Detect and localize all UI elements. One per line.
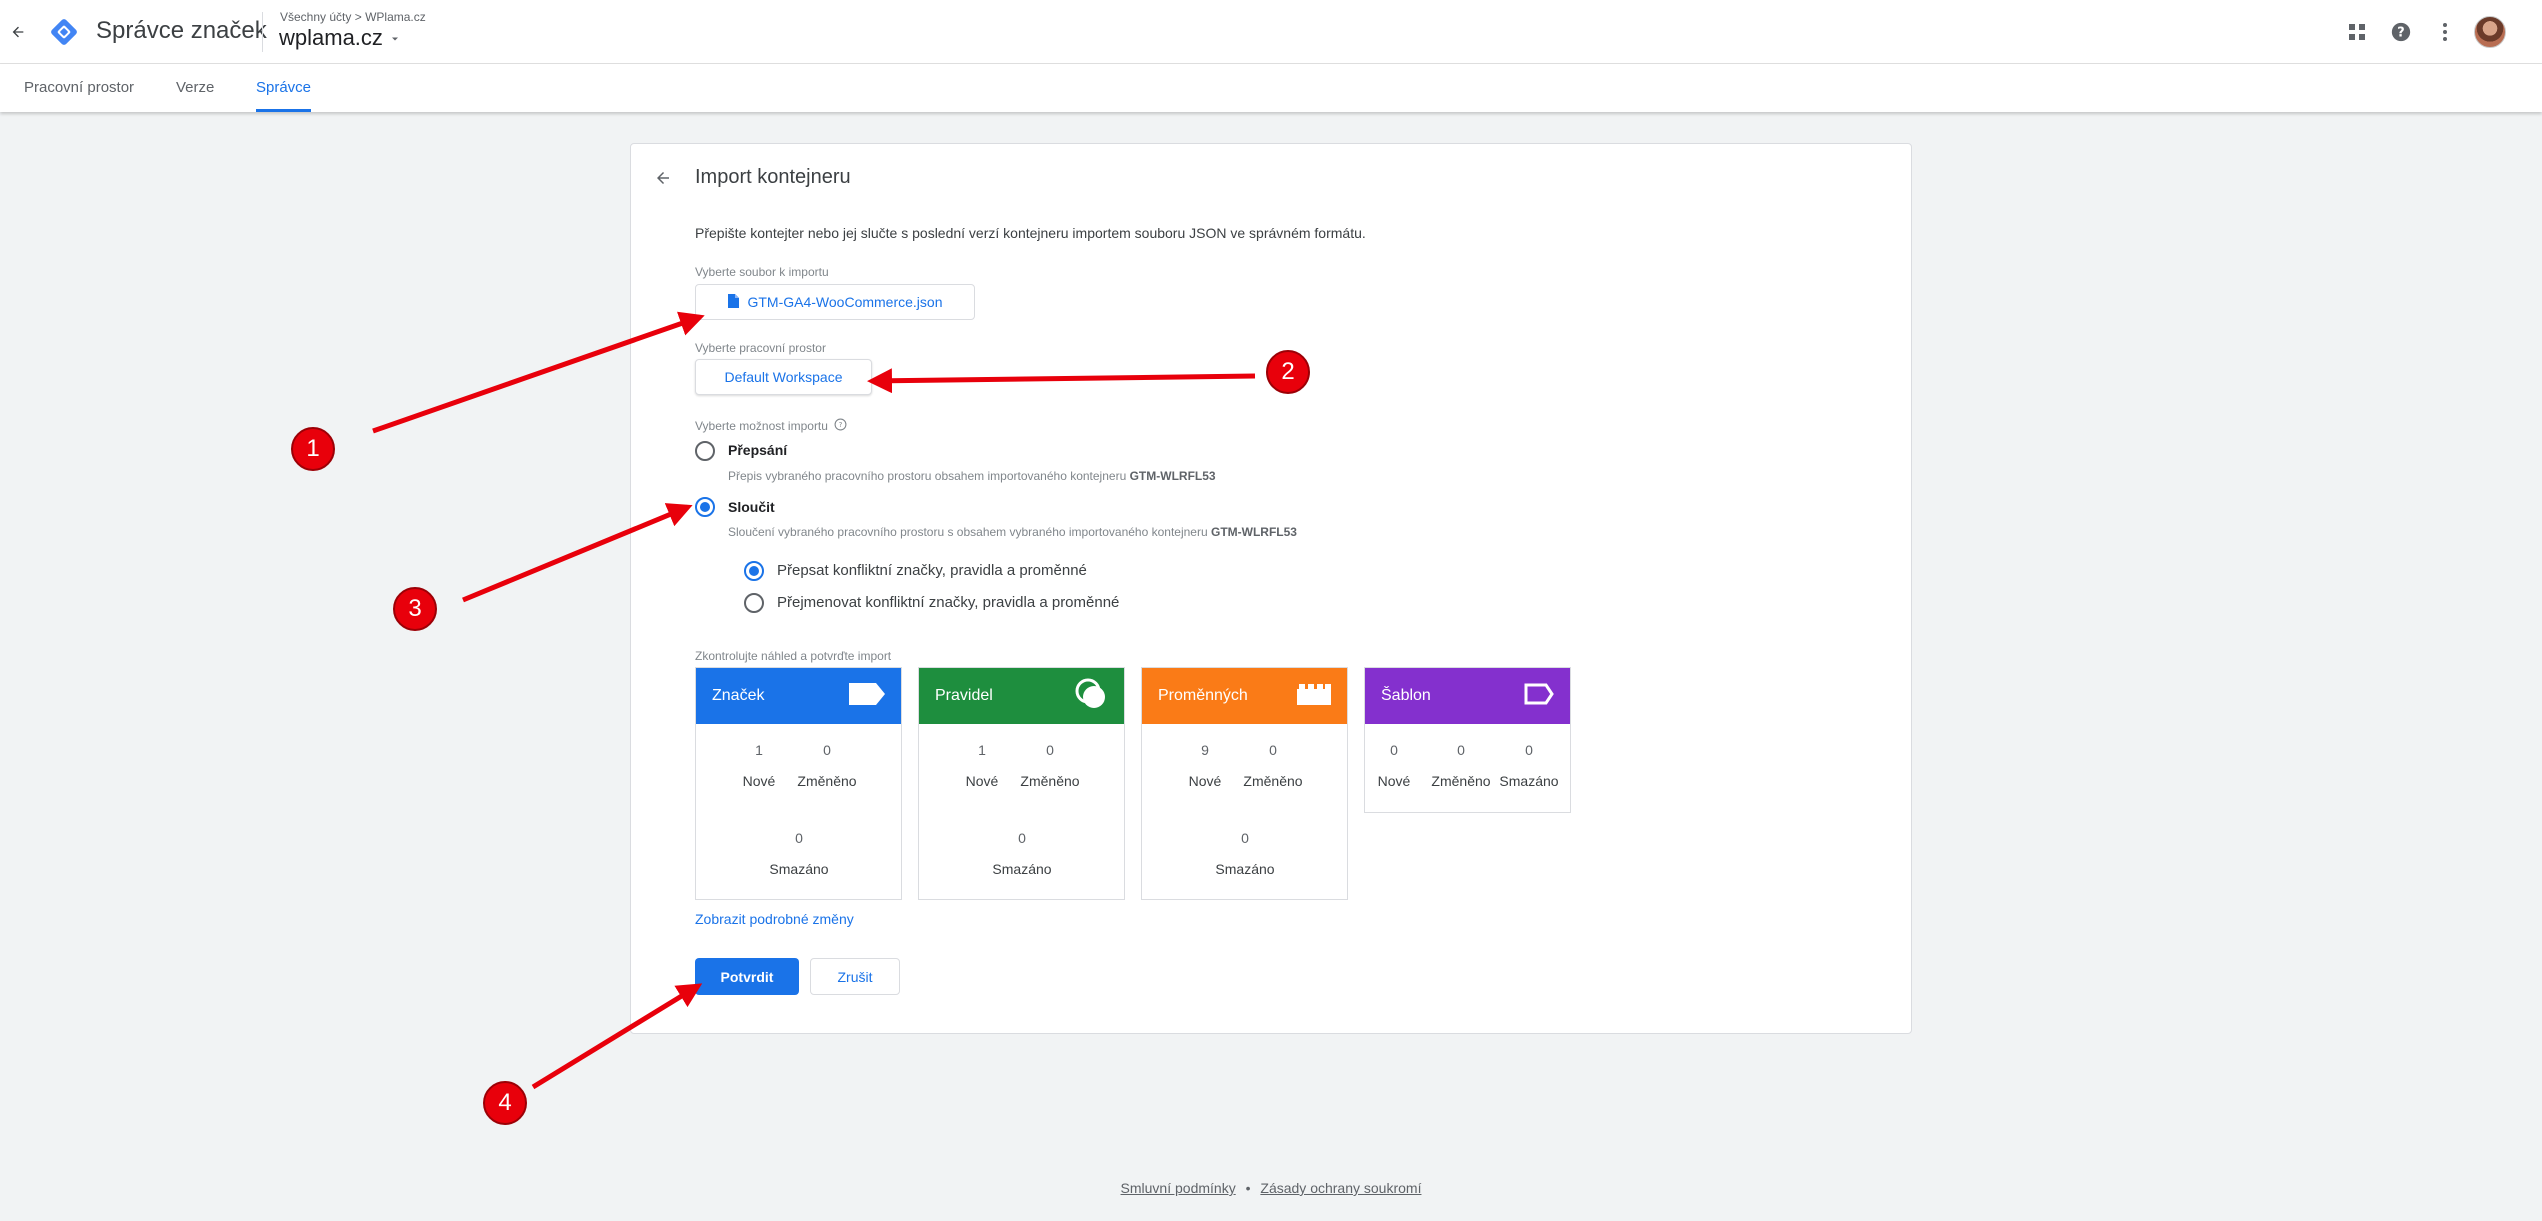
- template-icon: [1524, 683, 1554, 710]
- merge-option-rename: Přejmenovat konfliktní značky, pravidla …: [777, 594, 1120, 611]
- summary-header-templates: Šablon: [1365, 668, 1570, 724]
- count-changed: 0: [823, 742, 831, 758]
- header-divider: [262, 12, 263, 52]
- summary-card-variables: Proměnných 9 0 Nové Změněno 0 Smazáno: [1141, 667, 1348, 900]
- summary-title-tags: Značek: [712, 687, 765, 704]
- import-container-card: Import kontejneru Přepište kontejter neb…: [630, 143, 1912, 1034]
- caption-deleted: Smazáno: [1215, 861, 1275, 877]
- merge-option-overwrite: Přepsat konfliktní značky, pravidla a pr…: [777, 562, 1087, 579]
- trigger-icon: [1074, 677, 1108, 716]
- caption-deleted: Smazáno: [769, 861, 829, 877]
- caption-changed: Změněno: [1020, 773, 1080, 789]
- chevron-down-icon: [389, 25, 401, 51]
- count-deleted: 0: [1241, 830, 1249, 846]
- import-description: Přepište kontejter nebo jej slučte s pos…: [695, 225, 1366, 241]
- container-id: GTM-WLRFL53: [1210, 525, 1297, 539]
- count-changed: 0: [1046, 742, 1054, 758]
- cancel-button[interactable]: Zrušit: [810, 958, 900, 995]
- breadcrumb-separator: >: [354, 10, 362, 24]
- option-overwrite-desc: Přepis vybraného pracovního prostoru obs…: [728, 469, 1216, 483]
- summary-card-tags: Značek 1 0 Nové Změněno 0 Smazáno: [695, 667, 902, 900]
- radio-overwrite-conflicts[interactable]: [744, 561, 764, 581]
- count-changed: 0: [1269, 742, 1277, 758]
- annotation-marker-4: 4: [483, 1081, 527, 1125]
- container-id: GTM-WLRFL53: [1129, 469, 1216, 483]
- option-merge-title: Sloučit: [728, 499, 775, 515]
- summary-title-variables: Proměnných: [1158, 687, 1248, 704]
- avatar[interactable]: [2474, 16, 2506, 48]
- tab-admin[interactable]: Správce: [256, 64, 312, 112]
- choose-file-button[interactable]: GTM-GA4-WooCommerce.json: [695, 284, 975, 320]
- summary-header-triggers: Pravidel: [919, 668, 1124, 724]
- workspace-label: Vyberte pracovní prostor: [695, 341, 826, 355]
- option-merge-desc-text: Sloučení vybraného pracovního prostoru s…: [728, 525, 1208, 539]
- back-arrow-icon[interactable]: [649, 164, 677, 192]
- radio-overwrite[interactable]: [695, 441, 715, 461]
- radio-merge[interactable]: [695, 497, 715, 517]
- caption-changed: Změněno: [797, 773, 857, 789]
- caption-deleted: Smazáno: [992, 861, 1052, 877]
- breadcrumb[interactable]: Všechny účty > WPlama.cz: [280, 10, 426, 24]
- more-vert-icon[interactable]: [2430, 17, 2460, 47]
- count-new: 1: [755, 742, 763, 758]
- help-icon[interactable]: ?: [2386, 17, 2416, 47]
- apps-grid-icon[interactable]: [2342, 17, 2372, 47]
- privacy-link[interactable]: Zásady ochrany soukromí: [1260, 1180, 1421, 1196]
- summary-title-triggers: Pravidel: [935, 687, 993, 704]
- top-actions: ?: [2342, 16, 2506, 48]
- tab-bar: Pracovní prostor Verze Správce: [0, 64, 2542, 112]
- option-overwrite-desc-text: Přepis vybraného pracovního prostoru obs…: [728, 469, 1127, 483]
- top-bar: Správce značek Všechny účty > WPlama.cz …: [0, 0, 2542, 64]
- help-icon[interactable]: ?: [834, 418, 847, 434]
- preview-label: Zkontrolujte náhled a potvrďte import: [695, 649, 892, 663]
- annotation-marker-3: 3: [393, 587, 437, 631]
- svg-text:?: ?: [839, 420, 843, 429]
- variable-icon: [1297, 683, 1331, 710]
- caption-deleted: Smazáno: [1499, 773, 1559, 789]
- count-new: 0: [1390, 742, 1398, 758]
- option-merge-desc: Sloučení vybraného pracovního prostoru s…: [728, 525, 1297, 539]
- count-deleted: 0: [1018, 830, 1026, 846]
- back-arrow-icon[interactable]: [4, 18, 32, 46]
- summary-title-templates: Šablon: [1381, 687, 1431, 704]
- count-changed: 0: [1457, 742, 1465, 758]
- product-name: Správce značek: [96, 17, 267, 44]
- tab-versions[interactable]: Verze: [176, 64, 214, 112]
- breadcrumb-account[interactable]: WPlama.cz: [365, 10, 426, 24]
- page-title: Import kontejneru: [695, 166, 851, 188]
- summary-card-templates: Šablon 0 0 0 Nové Změněno Smazáno: [1364, 667, 1571, 813]
- workspace-select-button[interactable]: Default Workspace: [695, 359, 872, 395]
- svg-text:?: ?: [2397, 26, 2404, 41]
- show-detailed-changes-link[interactable]: Zobrazit podrobné změny: [695, 911, 854, 927]
- confirm-button[interactable]: Potvrdit: [695, 958, 799, 995]
- breadcrumb-all-accounts[interactable]: Všechny účty: [280, 10, 351, 24]
- count-new: 9: [1201, 742, 1209, 758]
- import-option-label: Vyberte možnost importu ?: [695, 418, 847, 434]
- summary-card-triggers: Pravidel 1 0 Nové Změněno 0 Smazáno: [918, 667, 1125, 900]
- gtm-logo-icon: [48, 16, 80, 48]
- count-deleted: 0: [1525, 742, 1533, 758]
- summary-header-variables: Proměnných: [1142, 668, 1347, 724]
- option-overwrite-title: Přepsání: [728, 442, 788, 458]
- annotation-marker-1: 1: [291, 427, 335, 471]
- tag-icon: [849, 682, 885, 710]
- import-option-label-text: Vyberte možnost importu: [695, 419, 828, 433]
- file-name: GTM-GA4-WooCommerce.json: [747, 294, 943, 310]
- count-deleted: 0: [795, 830, 803, 846]
- count-new: 1: [978, 742, 986, 758]
- footer: Smluvní podmínky • Zásady ochrany soukro…: [0, 1180, 2542, 1196]
- annotation-marker-2: 2: [1266, 350, 1310, 394]
- tab-workspace[interactable]: Pracovní prostor: [24, 64, 134, 112]
- terms-link[interactable]: Smluvní podmínky: [1121, 1180, 1236, 1196]
- container-name: wplama.cz: [279, 25, 383, 50]
- file-label: Vyberte soubor k importu: [695, 265, 829, 279]
- footer-separator: •: [1245, 1180, 1251, 1196]
- summary-header-tags: Značek: [696, 668, 901, 724]
- caption-changed: Změněno: [1243, 773, 1303, 789]
- container-selector[interactable]: wplama.cz: [279, 25, 401, 51]
- file-icon: [727, 293, 740, 311]
- radio-rename-conflicts[interactable]: [744, 593, 764, 613]
